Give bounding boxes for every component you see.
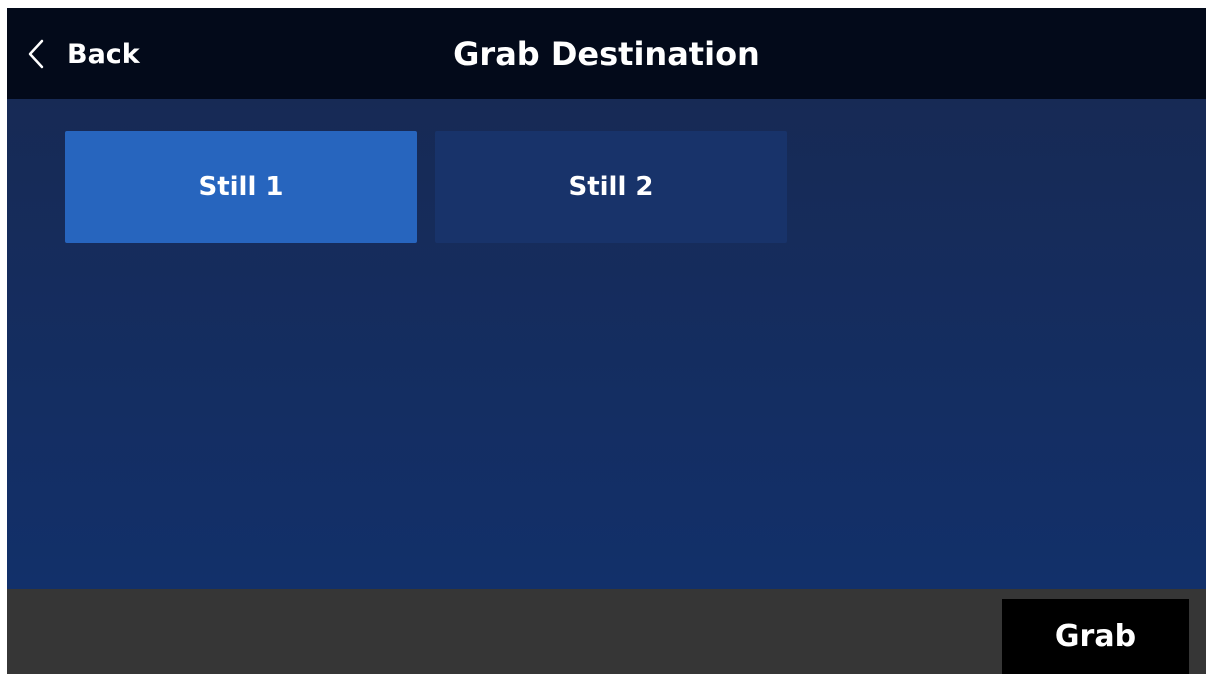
app-window: Back Grab Destination Still 1 Still 2 Gr… [7, 8, 1206, 674]
still-2-button[interactable]: Still 2 [435, 131, 787, 243]
still-1-label: Still 1 [198, 172, 284, 202]
still-1-button[interactable]: Still 1 [65, 131, 417, 243]
destination-panel: Still 1 Still 2 [7, 99, 1206, 589]
grab-button[interactable]: Grab [1002, 599, 1189, 674]
still-2-label: Still 2 [568, 172, 654, 202]
page-title: Grab Destination [453, 35, 760, 73]
header-bar: Back Grab Destination [7, 8, 1206, 99]
grab-label: Grab [1054, 619, 1137, 654]
footer-bar: Grab [7, 589, 1206, 674]
